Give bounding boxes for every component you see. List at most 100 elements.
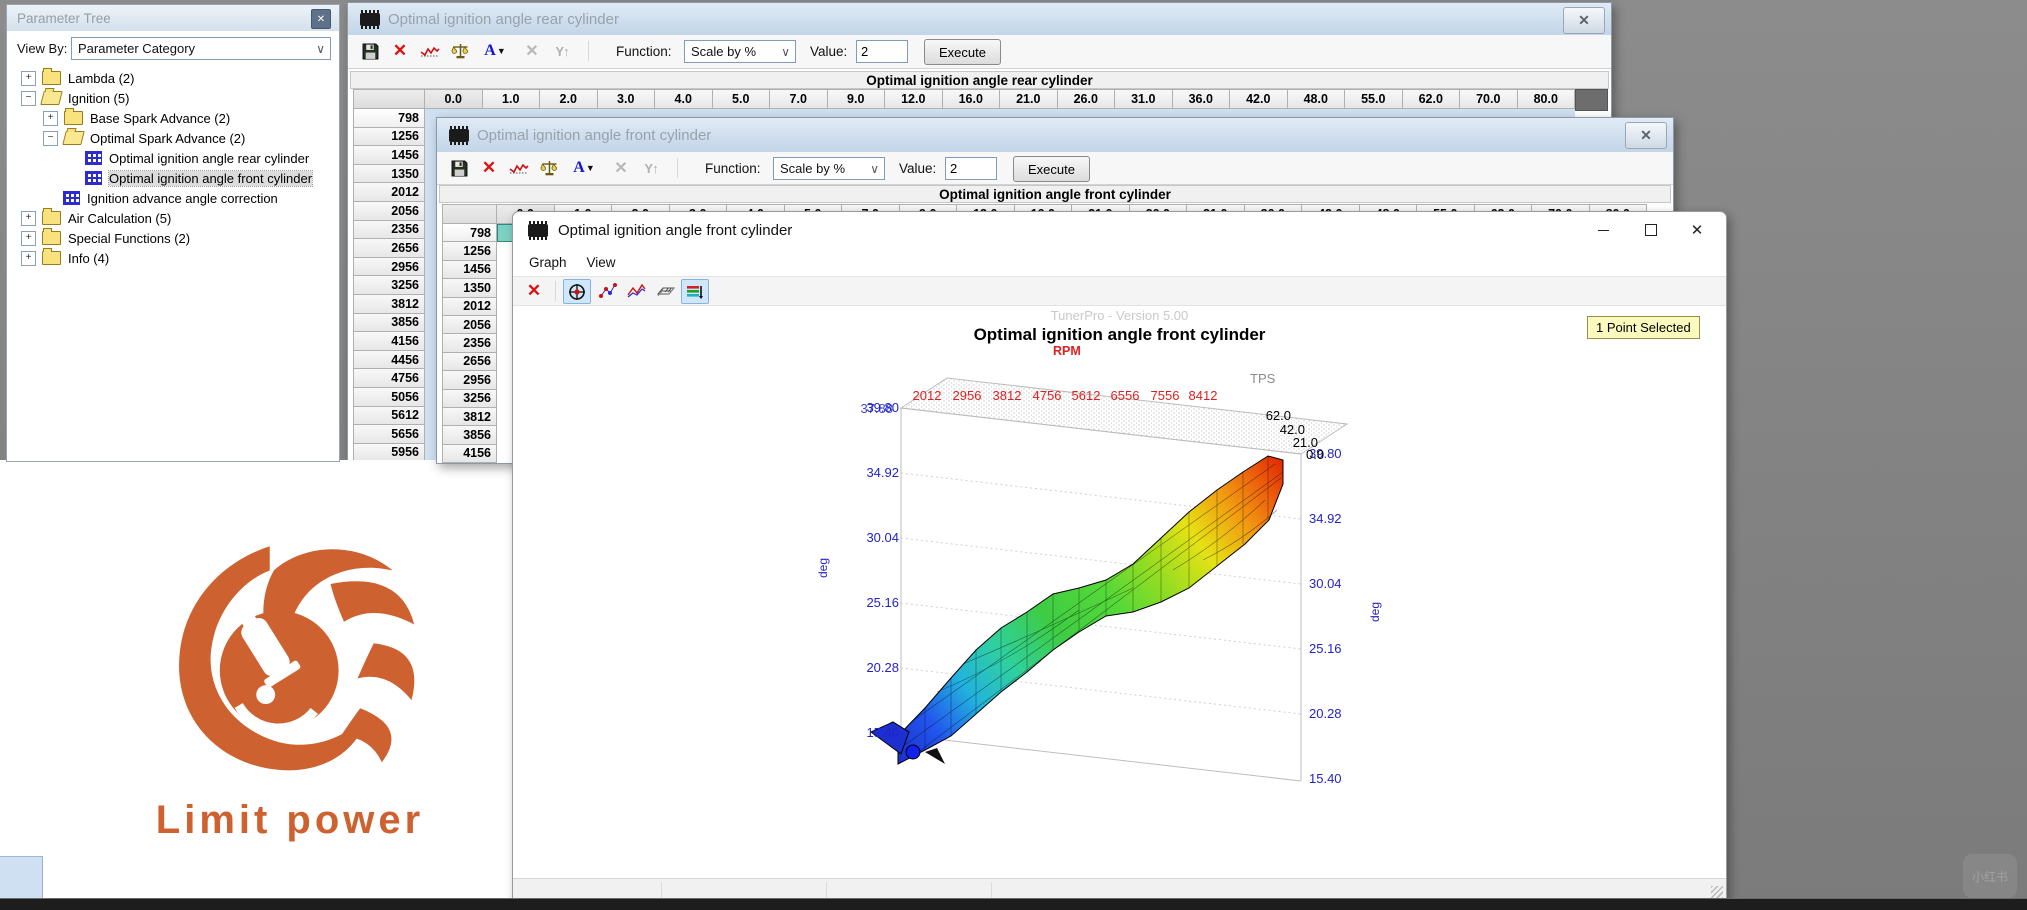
front-row-header-cell[interactable]: 4156 <box>442 444 497 464</box>
front-row-header-cell[interactable]: 3856 <box>442 426 497 445</box>
resize-grip[interactable] <box>1711 886 1723 898</box>
parameter-tree-close-button[interactable]: ✕ <box>311 9 331 29</box>
tree-item-info[interactable]: + Info (4) <box>21 248 109 267</box>
rear-row-header-cell[interactable]: 4756 <box>353 369 425 388</box>
front-close-button[interactable]: ✕ <box>1625 122 1667 149</box>
compare-dropdown-icon[interactable]: A ▼ <box>478 39 512 63</box>
save-icon[interactable] <box>447 156 471 180</box>
execute-button[interactable]: Execute <box>1013 156 1090 182</box>
front-row-header-cell[interactable]: 3256 <box>442 389 497 408</box>
front-row-header-cell[interactable]: 3812 <box>442 407 497 427</box>
rear-col-header-cell[interactable]: 55.0 <box>1345 89 1403 109</box>
rear-col-header-cell[interactable]: 7.0 <box>770 89 828 109</box>
tree-item-ignition-advance-correction[interactable]: Ignition advance angle correction <box>63 189 278 207</box>
rear-col-header-cell[interactable]: 62.0 <box>1402 89 1460 109</box>
expander-icon[interactable]: + <box>43 110 58 126</box>
delete-icon[interactable]: ✕ <box>388 39 412 63</box>
expander-icon[interactable]: + <box>21 70 36 86</box>
rear-row-header-cell[interactable]: 3256 <box>353 276 425 295</box>
waveform-icon[interactable] <box>418 39 442 63</box>
rear-row-header-cell[interactable]: 4456 <box>353 350 425 370</box>
rear-col-header-cell[interactable]: 36.0 <box>1172 89 1230 109</box>
rear-col-header-cell[interactable]: 31.0 <box>1115 89 1173 109</box>
tree-item-special-functions[interactable]: + Special Functions (2) <box>21 228 190 247</box>
rear-row-header-cell[interactable]: 1456 <box>353 146 425 165</box>
surface-ribbon[interactable] <box>897 455 1284 765</box>
expander-icon[interactable]: + <box>21 210 36 226</box>
surface-plot[interactable]: 39.80 37.88 34.92 30.04 25.16 20.28 15.4… <box>813 360 1403 840</box>
front-row-header-cell[interactable]: 798 <box>442 224 497 243</box>
rear-row-header-cell[interactable]: 2956 <box>353 257 425 277</box>
expander-icon[interactable]: − <box>21 90 36 106</box>
clear-icon[interactable]: ✕ <box>521 279 547 302</box>
rear-col-header-cell[interactable]: 3.0 <box>597 89 655 109</box>
tree-item-lambda[interactable]: + Lambda (2) <box>21 68 134 87</box>
tree-item-front-cylinder-map[interactable]: Optimal ignition angle front cylinder <box>85 169 314 187</box>
rear-col-header-cell[interactable]: 26.0 <box>1057 89 1115 109</box>
rear-row-header-cell[interactable]: 2356 <box>353 220 425 240</box>
rear-col-header-cell[interactable]: 70.0 <box>1460 89 1518 109</box>
view-by-combo[interactable]: Parameter Category ∨ <box>71 37 331 60</box>
front-row-header-cell[interactable]: 1350 <box>442 279 497 298</box>
function-combo[interactable]: Scale by % ∨ <box>684 40 796 63</box>
rear-row-header-cell[interactable]: 5056 <box>353 387 425 407</box>
rear-col-header-cell[interactable]: 42.0 <box>1230 89 1288 109</box>
front-row-header-cell[interactable]: 1256 <box>442 242 497 261</box>
execute-button[interactable]: Execute <box>924 39 1001 65</box>
expander-icon[interactable]: − <box>43 130 58 146</box>
rear-col-header-cell[interactable]: 2.0 <box>540 89 598 109</box>
minimize-button[interactable] <box>1580 212 1626 248</box>
delete-icon[interactable]: ✕ <box>477 156 501 180</box>
color-bands-icon[interactable] <box>681 279 709 304</box>
rear-row-header-cell[interactable]: 2056 <box>353 201 425 221</box>
rear-row-header-cell[interactable]: 798 <box>353 109 425 128</box>
scale-balance-icon[interactable] <box>537 156 561 180</box>
menu-graph[interactable]: Graph <box>519 251 577 274</box>
rear-col-header-cell[interactable]: 9.0 <box>827 89 885 109</box>
scatter-plot-icon[interactable] <box>595 279 621 302</box>
tree-item-rear-cylinder-map[interactable]: Optimal ignition angle rear cylinder <box>85 149 309 167</box>
rear-col-header-cell[interactable]: 4.0 <box>655 89 713 109</box>
rear-col-header-cell[interactable]: 12.0 <box>885 89 943 109</box>
rear-col-header-cell[interactable]: 80.0 <box>1517 89 1575 109</box>
pan-target-icon[interactable] <box>563 279 591 304</box>
surface-mesh-icon[interactable] <box>653 279 679 302</box>
tree-item-air-calculation[interactable]: + Air Calculation (5) <box>21 208 171 227</box>
front-row-header-cell[interactable]: 2056 <box>442 315 497 335</box>
value-input[interactable] <box>856 40 908 63</box>
rear-col-header-cell[interactable]: 48.0 <box>1287 89 1345 109</box>
tree-item-base-spark-advance[interactable]: + Base Spark Advance (2) <box>43 108 230 127</box>
menu-view[interactable]: View <box>577 251 626 274</box>
taskbar[interactable] <box>0 898 2027 910</box>
parameter-tree-titlebar[interactable]: Parameter Tree <box>7 5 339 31</box>
rear-close-button[interactable]: ✕ <box>1563 7 1605 34</box>
selected-point-marker[interactable] <box>905 744 921 760</box>
close-button[interactable]: ✕ <box>1674 212 1720 248</box>
rear-row-header-cell[interactable]: 4156 <box>353 332 425 351</box>
front-row-header-cell[interactable]: 2656 <box>442 352 497 372</box>
graph-window-titlebar[interactable]: Optimal ignition angle front cylinder <box>513 212 1726 249</box>
front-row-header-cell[interactable]: 2956 <box>442 371 497 390</box>
front-row-header-cell[interactable]: 2012 <box>442 297 497 316</box>
rear-row-header-cell[interactable]: 1350 <box>353 164 425 184</box>
rear-row-header-cell[interactable]: 5612 <box>353 406 425 426</box>
front-row-header-cell[interactable]: 2356 <box>442 334 497 353</box>
front-row-header-cell[interactable]: 1456 <box>442 260 497 280</box>
rear-col-header-cell[interactable]: 1.0 <box>482 89 540 109</box>
tree-item-optimal-spark-advance[interactable]: − Optimal Spark Advance (2) <box>43 129 245 147</box>
rear-row-header-cell[interactable]: 2656 <box>353 239 425 258</box>
rear-col-header-cell[interactable]: 5.0 <box>712 89 770 109</box>
rear-col-header-cell[interactable]: 16.0 <box>942 89 1000 109</box>
rear-col-header-cell[interactable]: 0.0 <box>425 89 483 109</box>
maximize-button[interactable] <box>1628 212 1674 248</box>
front-window-titlebar[interactable]: Optimal ignition angle front cylinder <box>437 118 1673 152</box>
value-input[interactable] <box>945 157 997 180</box>
waveform-icon[interactable] <box>507 156 531 180</box>
expander-icon[interactable]: + <box>21 230 36 246</box>
function-combo[interactable]: Scale by % ∨ <box>773 157 885 180</box>
rear-row-header-cell[interactable]: 5656 <box>353 425 425 444</box>
save-icon[interactable] <box>358 39 382 63</box>
tree-item-ignition[interactable]: − Ignition (5) <box>21 89 129 107</box>
line-chart-icon[interactable] <box>623 279 649 302</box>
rear-row-header-cell[interactable]: 3856 <box>353 313 425 333</box>
